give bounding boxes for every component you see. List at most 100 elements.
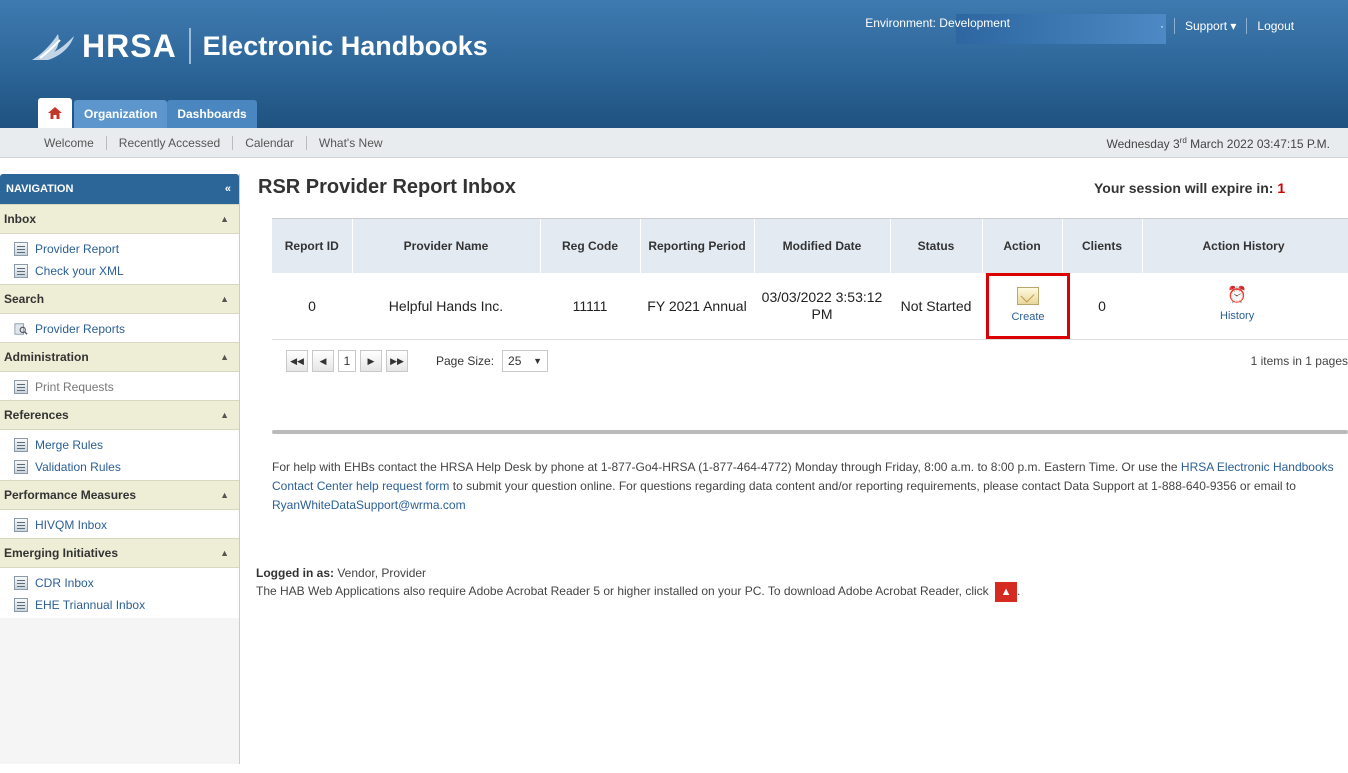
report-icon xyxy=(14,242,28,256)
section-title: Performance Measures xyxy=(4,488,137,502)
logout-link[interactable]: Logout xyxy=(1257,19,1294,33)
session-timer: Your session will expire in: 1 xyxy=(1094,180,1285,196)
pager-bar: ◀◀ ◀ 1 ▶ ▶▶ Page Size: 25 ▼ 1 items in 1 … xyxy=(272,340,1348,384)
nav-link-hivqm-inbox[interactable]: HIVQM Inbox xyxy=(14,514,239,536)
caret-up-icon: ▲ xyxy=(220,214,229,224)
provider-report-grid: Report ID Provider Name Reg Code Reporti… xyxy=(272,218,1348,384)
nav-link-label: Provider Report xyxy=(35,242,120,256)
caret-down-icon: ▾ xyxy=(1230,19,1237,33)
page-number[interactable]: 1 xyxy=(338,350,356,372)
app-title: Electronic Handbooks xyxy=(202,30,488,61)
report-table: Report ID Provider Name Reg Code Reporti… xyxy=(272,219,1348,340)
hrsa-logo[interactable]: HRSA Electronic Handbooks xyxy=(28,26,488,66)
nav-link-label: Print Requests xyxy=(35,380,114,394)
help-text-part2: to submit your question online. For ques… xyxy=(449,479,1296,493)
column-header-reg-code[interactable]: Reg Code xyxy=(540,219,641,273)
last-page-icon[interactable]: ▶▶ xyxy=(386,350,408,372)
section-performance-measures[interactable]: Performance Measures ▲ xyxy=(0,480,239,510)
next-page-icon[interactable]: ▶ xyxy=(360,350,382,372)
nav-link-provider-report[interactable]: Provider Report xyxy=(14,238,239,260)
nav-link-label: Provider Reports xyxy=(35,322,126,336)
section-body: Merge Rules Validation Rules xyxy=(0,430,239,480)
first-page-icon[interactable]: ◀◀ xyxy=(286,350,308,372)
prev-page-icon[interactable]: ◀ xyxy=(312,350,334,372)
section-emerging-initiatives[interactable]: Emerging Initiatives ▲ xyxy=(0,538,239,568)
section-body: Print Requests xyxy=(0,372,239,400)
nav-link-label: Check your XML xyxy=(35,264,124,278)
nav-link-print-requests[interactable]: Print Requests xyxy=(14,376,239,398)
table-header-row: Report ID Provider Name Reg Code Reporti… xyxy=(272,219,1348,273)
divider xyxy=(1174,18,1175,34)
column-header-clients[interactable]: Clients xyxy=(1062,219,1143,273)
main-tabs: Organization Dashboards xyxy=(0,88,257,128)
help-text-part1: For help with EHBs contact the HRSA Help… xyxy=(272,460,1181,474)
navigation-title: NAVIGATION xyxy=(6,183,74,195)
subnav-calendar[interactable]: Calendar xyxy=(233,136,306,150)
nav-link-cdr-inbox[interactable]: CDR Inbox xyxy=(14,572,239,594)
support-menu[interactable]: Support ▾ xyxy=(1185,19,1236,33)
section-body: CDR Inbox EHE Triannual Inbox xyxy=(0,568,239,618)
subnav-welcome[interactable]: Welcome xyxy=(32,136,106,150)
column-header-status[interactable]: Status xyxy=(890,219,983,273)
caret-up-icon: ▲ xyxy=(220,410,229,420)
section-administration[interactable]: Administration ▲ xyxy=(0,342,239,372)
tab-dashboards[interactable]: Dashboards xyxy=(167,100,257,128)
acrobat-text: The HAB Web Applications also require Ad… xyxy=(256,584,989,599)
column-header-reporting-period[interactable]: Reporting Period xyxy=(640,219,755,273)
section-body: HIVQM Inbox xyxy=(0,510,239,538)
home-tab[interactable] xyxy=(38,98,72,128)
nav-link-label: HIVQM Inbox xyxy=(35,518,108,532)
cell-action: Create xyxy=(982,273,1070,340)
column-header-provider-name[interactable]: Provider Name xyxy=(352,219,541,273)
nav-link-merge-rules[interactable]: Merge Rules xyxy=(14,434,239,456)
section-title: Emerging Initiatives xyxy=(4,546,119,560)
logged-in-as: Logged in as: Vendor, Provider xyxy=(256,564,1020,582)
create-label: Create xyxy=(1011,310,1045,323)
page-size-value: 25 xyxy=(508,354,522,368)
support-label: Support xyxy=(1185,19,1228,33)
create-report-icon xyxy=(1017,286,1039,305)
report-icon xyxy=(14,518,28,532)
home-icon xyxy=(48,107,62,119)
nav-link-validation-rules[interactable]: Validation Rules xyxy=(14,456,239,478)
cell-provider-name: Helpful Hands Inc. xyxy=(352,273,540,340)
nav-link-ehe-triannual-inbox[interactable]: EHE Triannual Inbox xyxy=(14,594,239,616)
history-link[interactable]: ⏰ History xyxy=(1220,288,1254,325)
create-action-button[interactable]: Create xyxy=(986,273,1070,339)
caret-up-icon: ▲ xyxy=(220,548,229,558)
clock-icon: ⏰ xyxy=(1227,287,1248,304)
subnav-recently-accessed[interactable]: Recently Accessed xyxy=(107,136,232,150)
logo-divider xyxy=(188,28,191,64)
section-title: References xyxy=(4,408,69,422)
nav-link-check-xml[interactable]: Check your XML xyxy=(14,260,239,282)
section-title: Search xyxy=(4,292,45,306)
period-text: . xyxy=(1017,584,1021,599)
cell-modified-date: 03/03/2022 3:53:12 PM xyxy=(754,273,890,340)
subnav-whats-new[interactable]: What's New xyxy=(307,136,395,150)
pdf-icon[interactable]: ▲ xyxy=(995,582,1018,602)
collapse-icon[interactable]: « xyxy=(225,183,231,195)
data-support-email-link[interactable]: RyanWhiteDataSupport@wrma.com xyxy=(272,498,466,512)
report-icon xyxy=(14,380,28,394)
cell-reporting-period: FY 2021 Annual xyxy=(640,273,754,340)
acrobat-note: The HAB Web Applications also require Ad… xyxy=(256,582,1020,602)
navigation-sidebar: NAVIGATION « Inbox ▲ Provider Report Chec… xyxy=(0,174,240,764)
tab-organization[interactable]: Organization xyxy=(74,100,168,128)
document-icon xyxy=(14,438,28,452)
cell-status: Not Started xyxy=(890,273,982,340)
column-header-modified-date[interactable]: Modified Date xyxy=(754,219,891,273)
report-icon xyxy=(14,576,28,590)
cell-report-id: 0 xyxy=(272,273,352,340)
items-count: 1 items in 1 pages xyxy=(1250,354,1348,368)
column-header-report-id[interactable]: Report ID xyxy=(272,219,353,273)
footer-info: Logged in as: Vendor, Provider The HAB W… xyxy=(256,564,1020,602)
session-text: Your session will expire in: xyxy=(1094,180,1274,196)
nav-link-label: CDR Inbox xyxy=(35,576,94,590)
section-inbox[interactable]: Inbox ▲ xyxy=(0,204,239,234)
section-references[interactable]: References ▲ xyxy=(0,400,239,430)
sub-navigation: Welcome Recently Accessed Calendar What'… xyxy=(0,128,1348,158)
eagle-icon xyxy=(32,34,74,60)
page-size-select[interactable]: 25 ▼ xyxy=(502,350,549,372)
section-search[interactable]: Search ▲ xyxy=(0,284,239,314)
nav-link-provider-reports[interactable]: Provider Reports xyxy=(14,318,239,340)
